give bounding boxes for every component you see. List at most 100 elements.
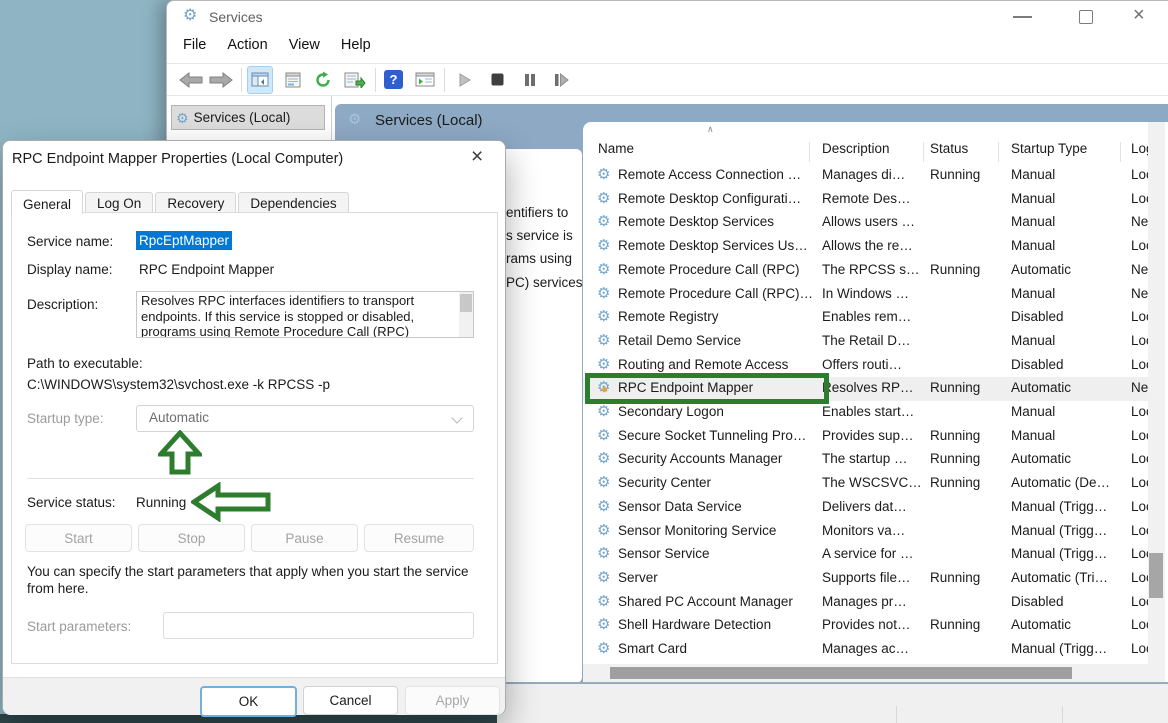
service-name-label: Service name: bbox=[27, 234, 113, 249]
vertical-scrollbar[interactable] bbox=[1148, 122, 1165, 682]
export-list-icon[interactable] bbox=[341, 67, 369, 93]
table-row[interactable]: ⚙Retail Demo ServiceThe Retail D…ManualL… bbox=[583, 330, 1151, 354]
column-header-name[interactable]: Name bbox=[598, 141, 634, 156]
menu-view[interactable]: View bbox=[287, 34, 322, 56]
service-startup-type: Automatic bbox=[1011, 380, 1071, 395]
table-row[interactable]: ⚙Security CenterThe WSCSVC…RunningAutoma… bbox=[583, 472, 1151, 496]
table-row[interactable]: ⚙Shell Hardware DetectionProvides not…Ru… bbox=[583, 614, 1151, 638]
tab-log-on[interactable]: Log On bbox=[85, 192, 153, 213]
horizontal-scrollbar[interactable] bbox=[583, 664, 1148, 682]
horizontal-scrollbar-thumb[interactable] bbox=[610, 667, 1072, 679]
table-header-row: Name Description Status Startup Type Log bbox=[583, 138, 1168, 162]
service-status: Running bbox=[930, 262, 980, 277]
table-row[interactable]: ⚙ServerSupports file…RunningAutomatic (T… bbox=[583, 567, 1151, 591]
service-name: Sensor Monitoring Service bbox=[618, 523, 776, 538]
table-row[interactable]: ⚙Remote Desktop ServicesAllows users …Ma… bbox=[583, 211, 1151, 235]
tab-general[interactable]: General bbox=[11, 190, 83, 214]
table-row[interactable]: ⚙Shared PC Account ManagerManages pr…Dis… bbox=[583, 591, 1151, 615]
service-gear-icon: ⚙ bbox=[597, 357, 610, 372]
properties-icon[interactable] bbox=[281, 67, 305, 93]
start-service-icon[interactable] bbox=[456, 67, 474, 93]
table-row[interactable]: ⚙Remote Access Connection …Manages di…Ru… bbox=[583, 164, 1151, 188]
table-row[interactable]: ⚙Routing and Remote AccessOffers routi…D… bbox=[583, 354, 1151, 378]
help-icon[interactable]: ? bbox=[381, 67, 406, 93]
description-label: Description: bbox=[27, 297, 98, 312]
resume-button[interactable]: Resume bbox=[364, 524, 474, 552]
service-gear-icon: ⚙ bbox=[597, 475, 610, 490]
service-status: Running bbox=[930, 570, 980, 585]
show-console-tree-icon[interactable] bbox=[247, 66, 273, 94]
window-titlebar[interactable]: ⚙ Services × bbox=[167, 1, 1168, 33]
description-textbox[interactable]: Resolves RPC interfaces identifiers to t… bbox=[136, 291, 474, 338]
cancel-button[interactable]: Cancel bbox=[303, 686, 398, 715]
service-status: Running bbox=[930, 451, 980, 466]
ok-button[interactable]: OK bbox=[200, 686, 297, 717]
table-row[interactable]: ⚙Sensor ServiceA service for …Manual (Tr… bbox=[583, 543, 1151, 567]
column-header-status[interactable]: Status bbox=[930, 141, 968, 156]
service-startup-type: Manual (Trigg… bbox=[1011, 499, 1107, 514]
vertical-scrollbar-thumb[interactable] bbox=[1149, 553, 1163, 598]
service-gear-icon: ⚙ bbox=[597, 309, 610, 324]
display-name-label: Display name: bbox=[27, 262, 113, 277]
service-startup-type: Disabled bbox=[1011, 357, 1064, 372]
table-row[interactable]: ⚙Smart CardManages ac…Manual (Trigg…Loc bbox=[583, 638, 1151, 662]
service-name: Remote Registry bbox=[618, 309, 719, 324]
tab-dependencies[interactable]: Dependencies bbox=[238, 192, 348, 213]
table-row[interactable]: ⚙Sensor Monitoring ServiceMonitors va…Ma… bbox=[583, 520, 1151, 544]
start-parameters-input[interactable] bbox=[163, 612, 474, 639]
description-scrollbar[interactable] bbox=[459, 292, 473, 337]
apply-button[interactable]: Apply bbox=[405, 686, 500, 715]
service-description: Supports file… bbox=[822, 570, 911, 585]
menu-file[interactable]: File bbox=[181, 34, 208, 56]
tree-item-services-local[interactable]: ⚙ Services (Local) bbox=[171, 105, 325, 130]
table-row[interactable]: ⚙Remote Desktop Services Us…Allows the r… bbox=[583, 235, 1151, 259]
service-status: Running bbox=[930, 167, 980, 182]
resume-service-icon[interactable] bbox=[551, 67, 572, 93]
dialog-footer: OK Cancel Apply bbox=[3, 677, 505, 715]
back-icon[interactable] bbox=[176, 67, 206, 93]
table-row[interactable]: ⚙Remote RegistryEnables rem…DisabledLoc bbox=[583, 306, 1151, 330]
tab-recovery[interactable]: Recovery bbox=[155, 192, 236, 213]
column-header-description[interactable]: Description bbox=[822, 141, 890, 156]
service-name-value[interactable]: RpcEptMapper bbox=[136, 231, 232, 250]
table-row[interactable]: ⚙Remote Desktop Configurati…Remote Des…M… bbox=[583, 188, 1151, 212]
pause-button[interactable]: Pause bbox=[251, 524, 358, 552]
table-row[interactable]: ⚙RPC Endpoint MapperResolves RP…RunningA… bbox=[583, 377, 1151, 401]
show-extended-pane-icon[interactable] bbox=[412, 67, 438, 93]
table-row[interactable]: ⚙Secondary LogonEnables start…ManualLoc bbox=[583, 401, 1151, 425]
service-name: Shared PC Account Manager bbox=[618, 594, 793, 609]
table-row[interactable]: ⚙Remote Procedure Call (RPC)The RPCSS s…… bbox=[583, 259, 1151, 283]
service-startup-type: Manual bbox=[1011, 286, 1055, 301]
table-row[interactable]: ⚙Security Accounts ManagerThe startup …R… bbox=[583, 448, 1151, 472]
column-header-startup-type[interactable]: Startup Type bbox=[1011, 141, 1087, 156]
service-gear-icon: ⚙ bbox=[597, 214, 610, 229]
service-log-on-as: Ne bbox=[1131, 286, 1148, 301]
service-description: Remote Des… bbox=[822, 191, 911, 206]
dialog-tabs: General Log On Recovery Dependencies bbox=[11, 187, 351, 213]
service-gear-icon: ⚙ bbox=[597, 167, 610, 182]
table-row[interactable]: ⚙Remote Procedure Call (RPC)…In Windows … bbox=[583, 283, 1151, 307]
stop-service-icon[interactable] bbox=[488, 67, 507, 93]
start-button[interactable]: Start bbox=[25, 524, 132, 552]
forward-icon[interactable] bbox=[206, 67, 236, 93]
stop-button[interactable]: Stop bbox=[138, 524, 245, 552]
maximize-button[interactable] bbox=[1079, 10, 1093, 24]
service-startup-type: Automatic bbox=[1011, 617, 1071, 632]
path-to-executable-value: C:\WINDOWS\system32\svchost.exe -k RPCSS… bbox=[27, 377, 330, 392]
menu-help[interactable]: Help bbox=[339, 34, 373, 56]
dialog-title: RPC Endpoint Mapper Properties (Local Co… bbox=[12, 151, 343, 167]
service-description: A service for … bbox=[822, 546, 914, 561]
minimize-button[interactable] bbox=[1013, 16, 1032, 18]
dialog-close-icon[interactable]: × bbox=[471, 145, 483, 169]
menu-action[interactable]: Action bbox=[225, 34, 269, 56]
service-name: RPC Endpoint Mapper bbox=[618, 380, 753, 395]
table-row[interactable]: ⚙Secure Socket Tunneling Pro…Provides su… bbox=[583, 425, 1151, 449]
tree-item-label: Services (Local) bbox=[194, 110, 291, 125]
close-button[interactable]: × bbox=[1133, 4, 1145, 27]
startup-type-dropdown[interactable]: Automatic bbox=[136, 405, 474, 432]
refresh-icon[interactable] bbox=[311, 67, 335, 93]
table-row[interactable]: ⚙Sensor Data ServiceDelivers dat…Manual … bbox=[583, 496, 1151, 520]
service-description: Provides sup… bbox=[822, 428, 914, 443]
service-startup-type: Manual bbox=[1011, 333, 1055, 348]
pause-service-icon[interactable] bbox=[521, 67, 539, 93]
